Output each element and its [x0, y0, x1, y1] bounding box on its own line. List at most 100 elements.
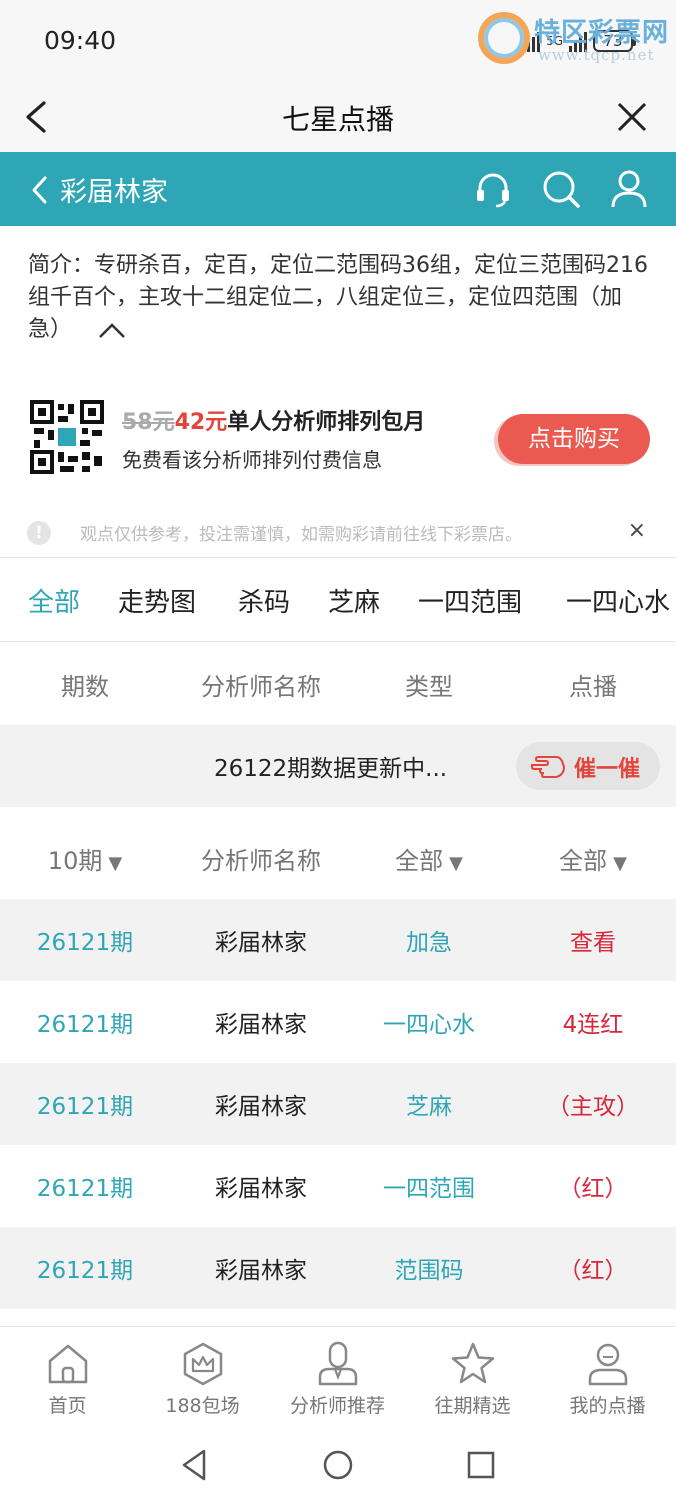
- system-home-icon[interactable]: [321, 1448, 355, 1482]
- header-analyst: 分析师名称: [201, 673, 321, 701]
- notice-close-button[interactable]: ×: [628, 518, 646, 543]
- row-analyst: 彩届林家: [215, 1258, 307, 1284]
- row-type: 范围码: [394, 1258, 464, 1284]
- play-filter-label: 全部: [559, 847, 608, 875]
- status-time: 09:40: [44, 26, 117, 55]
- urge-button[interactable]: 催一催: [516, 742, 660, 790]
- row-period: 26121期: [36, 1094, 134, 1120]
- notice-text: 观点仅供参考，投注需谨慎，如需购彩请前往线下彩票店。: [80, 525, 522, 545]
- analyst-intro: 简介：专研杀百，定百，定位二范围码36组，定位三范围码216组千百个，主攻十二组…: [28, 250, 654, 346]
- table-row[interactable]: 26121期 彩届林家 加急 查看: [0, 899, 676, 981]
- section-divider: [0, 807, 676, 817]
- row-view-link[interactable]: 查看: [508, 923, 676, 957]
- watermark: 特区彩票网 www.tqcp.net: [478, 8, 674, 70]
- new-price: 42元: [174, 410, 228, 435]
- nav-past-picks[interactable]: 往期精选: [405, 1341, 540, 1418]
- user-icon[interactable]: [608, 168, 650, 210]
- old-price: 58元: [122, 410, 175, 435]
- caret-down-icon: ▼: [449, 853, 463, 874]
- table-row[interactable]: 26121期 彩届林家 一四范围 （红）: [0, 1145, 676, 1227]
- row-analyst: 彩届林家: [215, 1176, 307, 1202]
- row-result[interactable]: （主攻）: [508, 1087, 676, 1121]
- table-row[interactable]: 26121期 彩届林家 芝麻 （主攻）: [0, 1063, 676, 1145]
- row-period: 26121期: [36, 1012, 134, 1038]
- row-period: 26121期: [36, 930, 134, 956]
- qr-code-icon: [30, 400, 104, 474]
- row-type: 一四心水: [383, 1012, 475, 1038]
- star-icon: [451, 1342, 494, 1384]
- table-row[interactable]: 26121期 彩届林家 一四心水 4连红: [0, 981, 676, 1063]
- header-type: 类型: [405, 673, 453, 701]
- analyst-name-title: 彩届林家: [60, 177, 168, 208]
- search-icon[interactable]: [540, 168, 582, 210]
- row-analyst: 彩届林家: [215, 930, 307, 956]
- row-result[interactable]: （红）: [508, 1169, 676, 1203]
- info-icon: !: [27, 521, 51, 545]
- close-icon[interactable]: [616, 101, 648, 133]
- analyst-icon: [318, 1341, 357, 1386]
- tab-range[interactable]: 一四范围: [418, 582, 522, 619]
- crown-icon: [183, 1342, 222, 1386]
- caret-down-icon: ▼: [108, 853, 123, 874]
- status-bar: 09:40 5G 73 特区彩票网 www.tqcp.net: [0, 0, 676, 82]
- urge-label: 催一催: [574, 757, 641, 782]
- row-analyst: 彩届林家: [215, 1012, 307, 1038]
- period-filter-label: 10期: [47, 847, 103, 875]
- tab-kill-code[interactable]: 杀码: [238, 582, 290, 619]
- page-title: 七星点播: [281, 103, 394, 136]
- update-status: 26122期数据更新中...: [214, 756, 448, 782]
- nav-past-label: 往期精选: [434, 1395, 511, 1417]
- row-type: 加急: [406, 930, 452, 956]
- row-result[interactable]: 4连红: [508, 1005, 676, 1039]
- nav-188-label: 188包场: [165, 1395, 240, 1417]
- watermark-url: www.tqcp.net: [538, 46, 655, 64]
- bottom-nav: 首页 188包场 分析师推荐 往期精选 我的点播: [0, 1326, 676, 1430]
- chevron-left-icon[interactable]: [30, 176, 48, 204]
- tab-trend-chart[interactable]: 走势图: [118, 582, 196, 619]
- row-period: 26121期: [36, 1258, 134, 1284]
- nav-188[interactable]: 188包场: [135, 1341, 270, 1418]
- chevron-up-icon[interactable]: [98, 321, 126, 339]
- top-bar: 七星点播: [0, 82, 676, 152]
- user-icon: [588, 1343, 627, 1386]
- tab-favorite[interactable]: 一四心水: [566, 582, 670, 619]
- disclaimer-notice: ! 观点仅供参考，投注需谨慎，如需购彩请前往线下彩票店。 ×: [0, 508, 676, 558]
- update-row: 26122期数据更新中... 催一催: [0, 725, 676, 807]
- type-filter-label: 全部: [395, 847, 444, 875]
- play-filter[interactable]: 全部 ▼: [508, 841, 676, 876]
- row-type: 一四范围: [383, 1176, 475, 1202]
- system-recents-icon[interactable]: [464, 1448, 498, 1482]
- headset-icon[interactable]: [472, 168, 514, 210]
- nav-home[interactable]: 首页: [0, 1341, 135, 1418]
- nav-my-plays[interactable]: 我的点播: [540, 1341, 675, 1418]
- watermark-logo-icon: [478, 12, 530, 64]
- type-filter[interactable]: 全部 ▼: [344, 841, 514, 876]
- nav-home-label: 首页: [48, 1395, 87, 1417]
- table-row[interactable]: 26121期 彩届林家 范围码 （红）: [0, 1227, 676, 1309]
- tab-all[interactable]: 全部: [28, 582, 80, 619]
- nav-analyst-recommend[interactable]: 分析师推荐: [270, 1341, 405, 1418]
- analyst-filter: 分析师名称: [201, 847, 321, 875]
- system-back-icon[interactable]: [178, 1448, 212, 1482]
- period-filter[interactable]: 10期 ▼: [0, 841, 170, 876]
- nav-analyst-label: 分析师推荐: [289, 1395, 385, 1417]
- category-tabs: 全部 走势图 杀码 芝麻 一四范围 一四心水: [0, 560, 676, 642]
- promo-title: 单人分析师排列包月: [227, 410, 426, 435]
- header-period: 期数: [61, 673, 109, 701]
- pointing-hand-icon: [531, 756, 566, 778]
- row-analyst: 彩届林家: [215, 1094, 307, 1120]
- promo-banner: 58元42元单人分析师排列包月 免费看该分析师排列付费信息 点击购买: [0, 392, 676, 484]
- row-result[interactable]: （红）: [508, 1251, 676, 1285]
- row-period: 26121期: [36, 1176, 134, 1202]
- buy-button[interactable]: 点击购买: [498, 414, 650, 464]
- promo-subtitle: 免费看该分析师排列付费信息: [122, 448, 382, 472]
- nav-my-label: 我的点播: [569, 1395, 646, 1417]
- header-play: 点播: [569, 673, 617, 701]
- caret-down-icon: ▼: [613, 853, 627, 874]
- home-icon: [48, 1344, 87, 1384]
- watermark-title: 特区彩票网: [534, 18, 670, 48]
- row-type: 芝麻: [406, 1094, 452, 1120]
- tab-sesame[interactable]: 芝麻: [328, 582, 380, 619]
- table-header: 期数 分析师名称 类型 点播: [0, 643, 676, 725]
- analyst-header: 彩届林家: [0, 152, 676, 226]
